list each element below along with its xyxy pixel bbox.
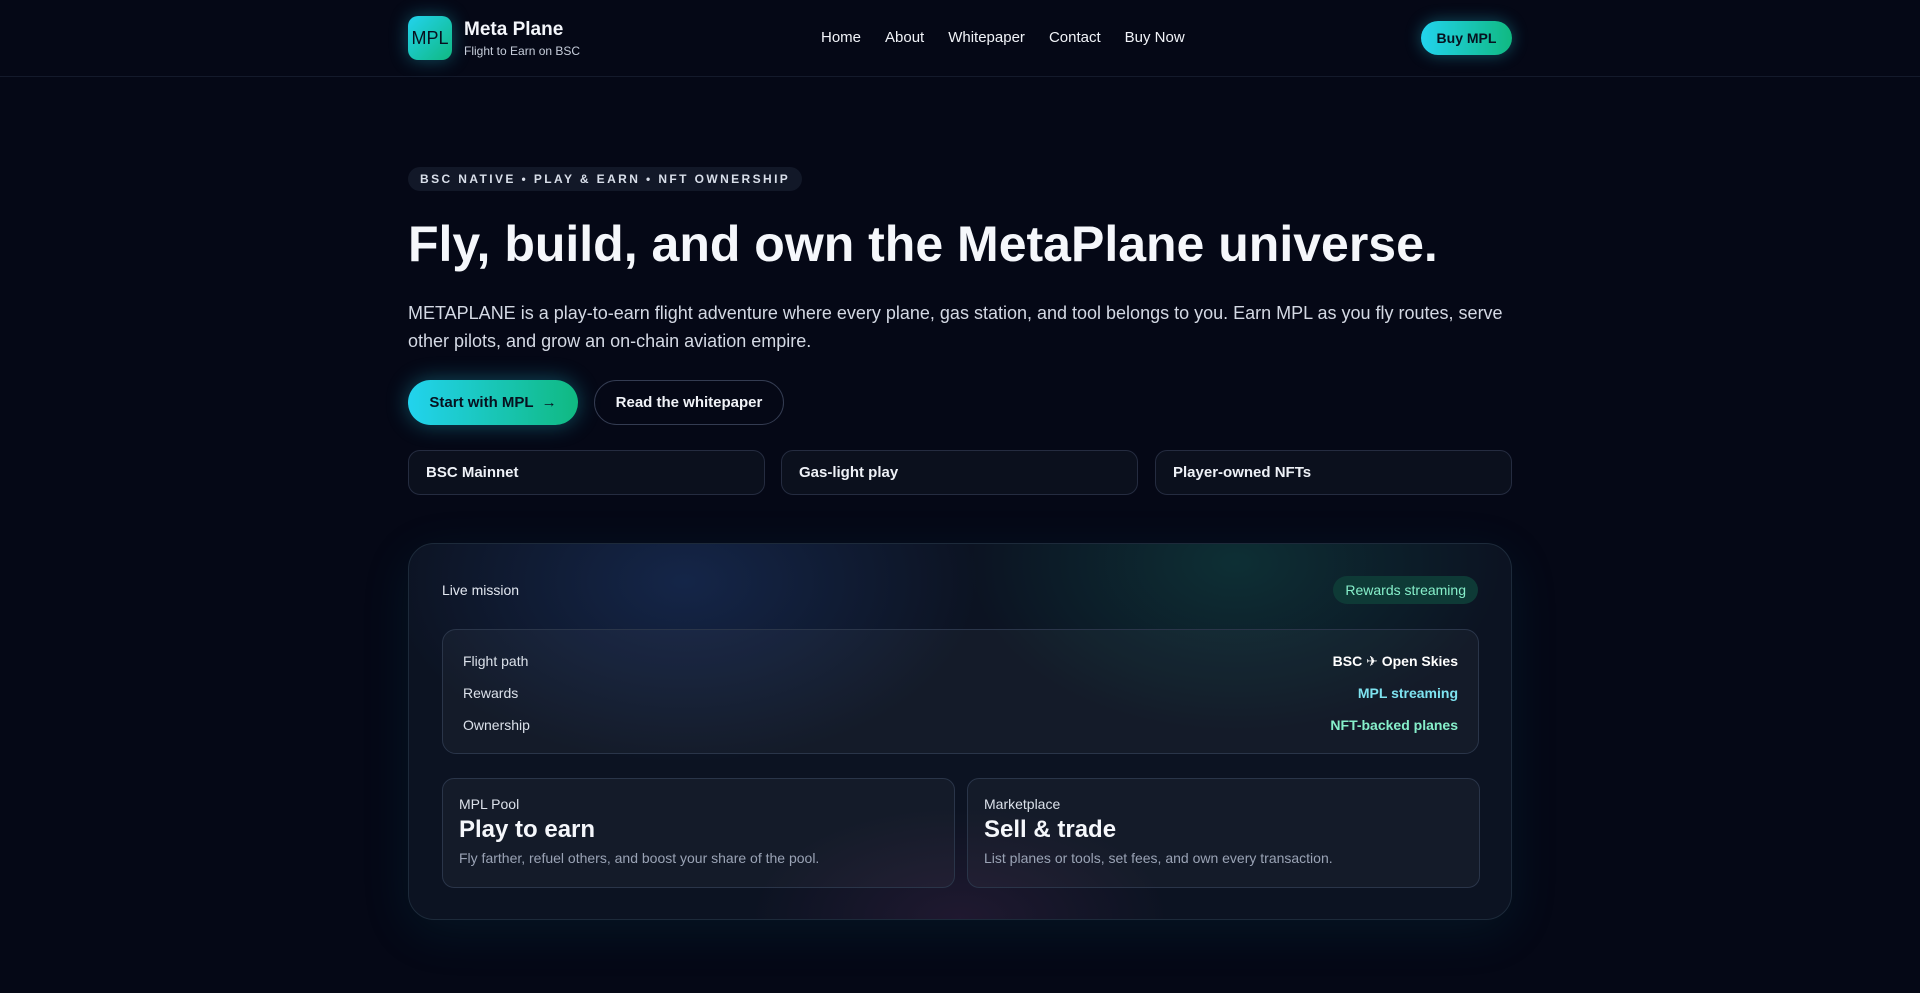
- card-description: Fly farther, refuel others, and boost yo…: [459, 850, 820, 866]
- card-description: List planes or tools, set fees, and own …: [984, 850, 1333, 866]
- detail-row: Flight path BSC ✈ Open Skies: [463, 651, 1458, 671]
- detail-row: Rewards MPL streaming: [463, 683, 1458, 703]
- detail-label: Flight path: [463, 653, 529, 669]
- read-whitepaper-button[interactable]: Read the whitepaper: [594, 380, 784, 425]
- hero-description: METAPLANE is a play-to-earn flight adven…: [408, 303, 1503, 351]
- rewards-status-badge: Rewards streaming: [1333, 576, 1478, 604]
- detail-label: Rewards: [463, 685, 519, 701]
- brand-tagline: Flight to Earn on BSC: [464, 43, 581, 58]
- feature-player-owned-nfts: Player-owned NFTs: [1155, 450, 1512, 495]
- card-eyebrow: MPL Pool: [459, 796, 520, 812]
- detail-value: BSC ✈ Open Skies: [1332, 652, 1458, 669]
- flight-details: Flight path BSC ✈ Open Skies Rewards MPL…: [442, 629, 1479, 754]
- feature-bsc-mainnet: BSC Mainnet: [408, 450, 765, 495]
- nav-home[interactable]: Home: [821, 29, 861, 46]
- nav-about[interactable]: About: [885, 29, 924, 46]
- logo-icon: MPL: [408, 16, 452, 60]
- marketplace-card: Marketplace Sell & trade List planes or …: [967, 778, 1480, 888]
- brand-text: Meta Plane Flight to Earn on BSC: [464, 19, 580, 58]
- feature-gas-light-play: Gas-light play: [781, 450, 1138, 495]
- live-mission-card: Live mission Rewards streaming Flight pa…: [408, 543, 1512, 920]
- nav-contact[interactable]: Contact: [1049, 29, 1101, 46]
- hero-eyebrow: BSC NATIVE • PLAY & EARN • NFT OWNERSHIP: [408, 167, 803, 191]
- card-title: Sell & trade: [984, 816, 1117, 843]
- detail-value: NFT-backed planes: [1330, 717, 1458, 733]
- nav-buy-now[interactable]: Buy Now: [1125, 29, 1185, 46]
- brand-name: Meta Plane: [464, 18, 564, 40]
- mpl-pool-card: MPL Pool Play to earn Fly farther, refue…: [442, 778, 955, 888]
- mission-label: Live mission: [442, 582, 520, 598]
- hero-title: Fly, build, and own the MetaPlane univer…: [408, 216, 1438, 272]
- main-nav: Home About Whitepaper Contact Buy Now: [821, 29, 1185, 46]
- detail-row: Ownership NFT-backed planes: [463, 715, 1458, 735]
- arrow-right-icon: →: [541, 394, 557, 411]
- detail-label: Ownership: [463, 717, 530, 733]
- card-eyebrow: Marketplace: [984, 796, 1061, 812]
- start-button-label: Start with MPL: [429, 394, 534, 411]
- site-header: MPL Meta Plane Flight to Earn on BSC Hom…: [0, 0, 1920, 77]
- brand[interactable]: MPL Meta Plane Flight to Earn on BSC: [408, 16, 580, 60]
- nav-whitepaper[interactable]: Whitepaper: [948, 29, 1025, 46]
- buy-mpl-button[interactable]: Buy MPL: [1421, 21, 1512, 55]
- card-title: Play to earn: [459, 816, 596, 843]
- start-with-mpl-button[interactable]: Start with MPL →: [408, 380, 578, 425]
- detail-value: MPL streaming: [1357, 685, 1458, 701]
